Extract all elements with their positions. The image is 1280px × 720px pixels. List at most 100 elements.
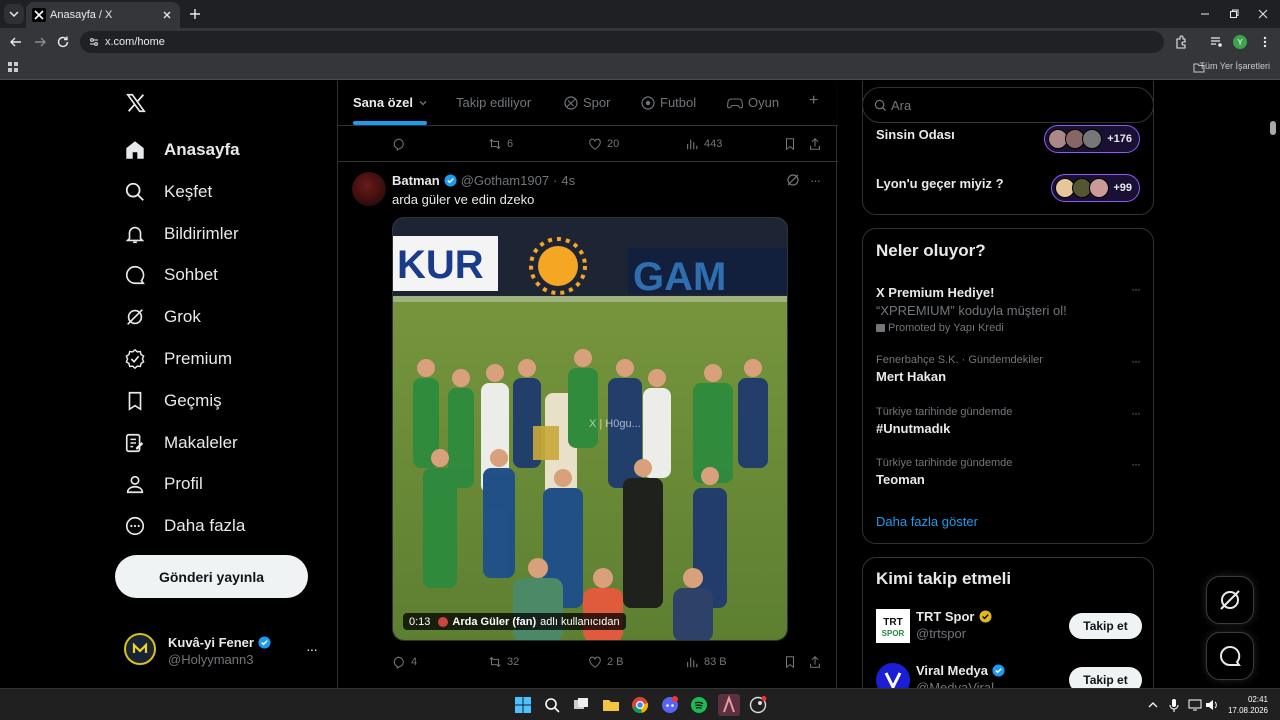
tab-following[interactable]: Takip ediliyor [456, 95, 531, 110]
network-icon[interactable] [1188, 696, 1202, 714]
author-handle[interactable]: @Gotham1907 [461, 173, 549, 188]
avatar[interactable] [352, 172, 386, 206]
repost-button[interactable]: 32 [488, 655, 519, 669]
chevron-up-icon[interactable] [1147, 696, 1159, 714]
close-tab-icon[interactable] [160, 8, 174, 22]
trend-item[interactable]: Türkiye tarihinde gündemde Teoman ··· [876, 457, 1146, 487]
account-switcher[interactable]: Kuvâ-yi Fener @Holyymann3 ··· [124, 633, 324, 669]
tab-search-button[interactable] [4, 4, 24, 24]
nav-home[interactable]: Anasayfa [124, 136, 240, 164]
nav-premium[interactable]: Premium [124, 345, 232, 373]
trend-more-icon[interactable]: ··· [1131, 457, 1141, 471]
space-title[interactable]: Sinsin Odası [876, 127, 955, 142]
trend-item[interactable]: Türkiye tarihinde gündemde #Unutmadık ··… [876, 406, 1146, 436]
share-button[interactable] [808, 655, 822, 669]
tab-sports[interactable]: Spor [564, 95, 610, 110]
post-button[interactable]: Gönderi yayınla [115, 555, 308, 598]
trend-more-icon[interactable]: ··· [1131, 406, 1141, 420]
volume-icon[interactable] [1205, 696, 1219, 714]
apps-grid-icon[interactable] [8, 62, 20, 74]
nav-chat[interactable]: Sohbet [124, 261, 218, 289]
task-view-icon[interactable] [572, 696, 590, 714]
reply-button[interactable] [392, 137, 411, 151]
new-tab-icon[interactable] [187, 6, 203, 22]
follow-suggestion[interactable]: TRT SPOR TRT Spor @trtspor Takip et [876, 605, 1142, 645]
grok-fab[interactable] [1206, 576, 1254, 624]
grok-icon[interactable] [786, 173, 800, 187]
nav-bookmarks[interactable]: Geçmiş [124, 387, 222, 415]
views-icon [687, 139, 698, 150]
follow-button[interactable]: Takip et [1069, 667, 1142, 688]
reply-button[interactable]: 4 [392, 655, 417, 669]
active-app-icon[interactable] [718, 694, 740, 716]
account-more-icon[interactable]: ··· [306, 641, 318, 657]
space-listeners[interactable]: +176 [1044, 125, 1140, 153]
space-title[interactable]: Lyon'u geçer miyiz ? [876, 176, 1004, 191]
repost-button[interactable]: 6 [488, 137, 513, 151]
search-icon[interactable] [543, 696, 561, 714]
trend-item[interactable]: X Premium Hediye! “XPREMIUM” koduyla müş… [876, 282, 1146, 334]
video-credit-name[interactable]: Arda Güler (fan) [452, 616, 536, 628]
close-window-icon[interactable] [1256, 7, 1270, 21]
file-explorer-icon[interactable] [602, 696, 620, 714]
profile-avatar-icon[interactable]: Y [1232, 34, 1248, 50]
tab-label: Oyun [748, 95, 780, 110]
bookmark-button[interactable] [783, 655, 797, 669]
tab-football[interactable]: Futbol [641, 95, 696, 110]
search-bar[interactable]: Ara [862, 87, 1154, 123]
show-more-link[interactable]: Daha fazla göster [876, 514, 978, 529]
add-tab-button[interactable]: + [809, 92, 818, 110]
views-button[interactable]: 443 [685, 137, 722, 151]
nav-profile[interactable]: Profil [124, 470, 203, 498]
nav-more[interactable]: Daha fazla [124, 512, 245, 540]
reload-icon[interactable] [55, 34, 71, 50]
search-input[interactable]: Ara [891, 98, 911, 113]
chrome-icon[interactable] [631, 696, 649, 714]
all-bookmarks-link[interactable]: Tüm Yer İşaretleri [1199, 61, 1270, 71]
repost-icon [489, 656, 501, 668]
follow-suggestion[interactable]: Viral Medya @MedyaViral Takip et [876, 659, 1142, 688]
windows-start-icon[interactable] [514, 696, 532, 714]
nav-explore[interactable]: Keşfet [124, 178, 212, 206]
system-clock[interactable]: 02:41 17.08.2026 [1228, 694, 1268, 716]
back-icon[interactable] [8, 34, 24, 50]
address-bar[interactable]: x.com/home [80, 31, 1164, 53]
steam-icon[interactable] [749, 696, 767, 714]
tab-for-you[interactable]: Sana özel [353, 95, 428, 110]
tweet[interactable]: Batman @Gotham1907 · 4s ··· arda güler v… [338, 162, 838, 688]
site-info-icon[interactable] [88, 36, 100, 48]
person-icon [126, 475, 144, 494]
like-button[interactable]: 20 [588, 137, 619, 151]
like-button[interactable]: 2 B [588, 655, 624, 669]
nav-notifications[interactable]: Bildirimler [124, 220, 239, 248]
extensions-icon[interactable] [1173, 34, 1189, 50]
tab-gaming[interactable]: Oyun [727, 95, 779, 110]
space-listeners[interactable]: +99 [1051, 174, 1140, 202]
tweet-video[interactable]: KUR GAM X | H0gu... 0:13 Arda Güler (fan… [392, 217, 788, 641]
x-logo-icon[interactable] [125, 92, 147, 114]
forward-icon[interactable] [32, 34, 48, 50]
share-button[interactable] [808, 137, 822, 151]
scrollbar-thumb[interactable] [1270, 121, 1276, 135]
views-button[interactable]: 83 B [685, 655, 727, 669]
trend-more-icon[interactable]: ··· [1131, 282, 1141, 296]
spotify-icon[interactable] [690, 696, 708, 714]
tweet-time[interactable]: 4s [561, 173, 575, 188]
trend-more-icon[interactable]: ··· [1131, 354, 1141, 368]
media-control-icon[interactable] [1208, 34, 1224, 50]
follow-button[interactable]: Takip et [1069, 613, 1142, 639]
nav-grok[interactable]: Grok [124, 303, 201, 331]
browser-menu-icon[interactable] [1257, 34, 1273, 50]
bookmark-button[interactable] [783, 137, 797, 151]
discord-icon[interactable] [661, 696, 679, 714]
nav-label: Anasayfa [164, 140, 240, 159]
microphone-icon[interactable] [1168, 696, 1180, 714]
messages-fab[interactable] [1206, 632, 1254, 680]
trend-item[interactable]: Fenerbahçe S.K. · Gündemdekiler Mert Hak… [876, 354, 1146, 384]
minimize-icon[interactable] [1198, 7, 1212, 21]
restore-icon[interactable] [1227, 7, 1241, 21]
tweet-more-icon[interactable]: ··· [810, 173, 821, 188]
author-name[interactable]: Batman [392, 173, 440, 188]
nav-articles[interactable]: Makaleler [124, 429, 238, 457]
browser-tab[interactable]: Anasayfa / X [26, 2, 180, 28]
